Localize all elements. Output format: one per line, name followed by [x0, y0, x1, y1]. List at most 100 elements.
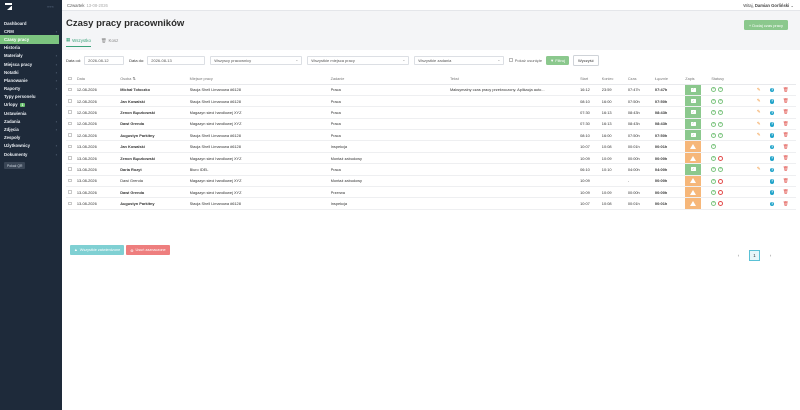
edit-pencil-icon[interactable]: ✎ — [757, 166, 761, 171]
table-row[interactable]: 13-08-2026 Daria Rozyt Biuro IDEL Praca 06:1… — [66, 163, 796, 176]
row-checkbox[interactable] — [68, 156, 72, 160]
row-checkbox[interactable] — [68, 201, 72, 206]
table-row[interactable]: 13-08-2026 Augustyn Parkitny Stacja Shell … — [66, 197, 796, 210]
warning-status[interactable] — [685, 187, 702, 197]
help-icon[interactable]: ? — [769, 167, 775, 173]
delete-selected-button[interactable]: ⊗ Usuń zaznaczone — [126, 245, 170, 255]
table-row[interactable]: 12-08-2026 Zenon Bączkowski Magazyn sieci … — [66, 106, 796, 119]
row-checkbox[interactable] — [68, 167, 72, 171]
tab-all[interactable]: ▦ Wszystko — [66, 37, 91, 47]
next-page-button[interactable]: › — [765, 250, 776, 261]
saved-status[interactable]: ✓ — [685, 107, 702, 118]
tasks-select[interactable]: Wszystkie zadania ⌄ — [414, 55, 505, 65]
saved-status[interactable]: ✓ — [685, 164, 702, 175]
help-icon[interactable]: ? — [769, 156, 775, 161]
help-icon[interactable]: ? — [769, 122, 775, 127]
row-checkbox[interactable] — [68, 190, 72, 194]
help-icon[interactable]: ? — [769, 201, 775, 207]
row-checkbox[interactable] — [68, 121, 72, 126]
collapse-sidebar-icon[interactable]: ««« — [47, 4, 54, 9]
sidebar-item-6[interactable]: Notatki › — [0, 68, 62, 76]
edit-pencil-icon[interactable]: ✎ — [757, 109, 761, 114]
add-work-time-button[interactable]: + Dodaj czas pracy — [743, 20, 788, 30]
edit-pencil-icon[interactable]: ✎ — [757, 98, 761, 103]
delete-trash-icon[interactable]: 🗑 — [783, 189, 789, 194]
delete-trash-icon[interactable]: 🗑 — [783, 98, 789, 103]
tab-trash[interactable]: 🗑 Kosz — [101, 37, 118, 47]
table-row[interactable]: 13-08-2026 Zenon Bączkowski Magazyn sieci … — [66, 152, 796, 165]
row-checkbox[interactable] — [68, 87, 72, 92]
delete-trash-icon[interactable]: 🗑 — [783, 109, 789, 114]
sidebar-item-11[interactable]: Ustawienia — [0, 109, 62, 117]
delete-trash-icon[interactable]: 🗑 — [783, 87, 789, 92]
edit-pencil-icon[interactable]: ✎ — [757, 121, 761, 126]
warning-status[interactable] — [685, 175, 702, 186]
delete-trash-icon[interactable]: 🗑 — [783, 166, 789, 171]
edit-pencil-icon[interactable]: ✎ — [757, 132, 761, 137]
col-date[interactable]: Data — [76, 74, 121, 85]
row-checkbox[interactable] — [68, 133, 72, 137]
approve-all-button[interactable]: ▲ Wszystkie zatwierdzone — [70, 245, 125, 255]
table-row[interactable]: 12-08-2026 Michał Tołoczko Stacja Shell Li… — [66, 84, 796, 96]
sidebar-item-16[interactable]: Dokumenty › — [0, 150, 62, 158]
select-all-checkbox[interactable] — [68, 76, 72, 80]
sidebar-item-13[interactable]: Zdjęcia › — [0, 125, 62, 133]
table-row[interactable]: 12-08-2026 Augustyn Parkitny Stacja Shell … — [66, 129, 796, 142]
row-checkbox[interactable] — [68, 110, 72, 114]
warning-status[interactable] — [685, 141, 702, 152]
sidebar-item-7[interactable]: Planowanie › — [0, 76, 62, 84]
delete-trash-icon[interactable]: 🗑 — [783, 178, 789, 183]
date-from-input[interactable]: 2026-08-12 — [84, 55, 125, 65]
table-row[interactable]: 13-08-2026 Jan Kowalski Stacja Shell Liman… — [66, 140, 796, 153]
edit-pencil-icon[interactable]: ✎ — [757, 87, 761, 92]
sidebar-item-14[interactable]: Zespoły — [0, 134, 62, 142]
page-1-button[interactable]: 1 — [749, 250, 760, 261]
help-icon[interactable]: ? — [769, 87, 775, 93]
saved-status[interactable]: ✓ — [685, 84, 702, 95]
saved-status[interactable]: ✓ — [685, 118, 702, 129]
show-deleted-checkbox[interactable]: Pokaż usunięte — [509, 58, 542, 63]
show-qr-button[interactable]: Pokaż QR — [4, 162, 26, 170]
delete-trash-icon[interactable]: 🗑 — [783, 132, 789, 137]
help-icon[interactable]: ? — [769, 110, 775, 116]
filter-button[interactable]: ▼ Filtruj — [546, 55, 569, 65]
employees-select[interactable]: Wszyscy pracownicy ⌄ — [210, 55, 303, 65]
help-icon[interactable]: ? — [769, 99, 775, 104]
help-icon[interactable]: ? — [769, 133, 775, 139]
delete-trash-icon[interactable]: 🗑 — [783, 155, 789, 160]
col-person[interactable]: Osoba ⇅ — [120, 74, 190, 85]
sidebar-item-15[interactable]: Użytkownicy › — [0, 142, 62, 150]
sidebar-item-2[interactable]: Czasy pracy — [0, 35, 59, 44]
prev-page-button[interactable]: ‹ — [733, 250, 744, 261]
help-icon[interactable]: ? — [769, 190, 775, 195]
warning-status[interactable] — [685, 198, 702, 209]
help-icon[interactable]: ? — [769, 144, 775, 150]
sidebar-item-9[interactable]: Typy personelu — [0, 93, 62, 101]
row-checkbox[interactable] — [68, 178, 72, 183]
row-checkbox[interactable] — [68, 144, 72, 149]
table-row[interactable]: 12-08-2026 Jan Kowalski Stacja Shell Liman… — [66, 95, 796, 108]
sidebar-item-1[interactable]: CRM › — [0, 27, 62, 35]
saved-status[interactable]: ✓ — [685, 130, 702, 140]
delete-trash-icon[interactable]: 🗑 — [783, 144, 789, 149]
sidebar-item-4[interactable]: Materiały › — [0, 52, 62, 60]
sidebar-item-12[interactable]: Zadania › — [0, 117, 62, 125]
table-row[interactable]: 13-08-2026 Dawi Grenda Magazyn sieci handl… — [66, 186, 796, 199]
saved-status[interactable]: ✓ — [685, 95, 702, 106]
user-menu[interactable]: Witaj, Damian Gorliński ⌄ — [743, 3, 794, 8]
sidebar-item-3[interactable]: Historia — [0, 44, 62, 52]
sidebar-item-5[interactable]: Miejsca pracy › — [0, 60, 62, 68]
help-icon[interactable]: ? — [769, 179, 775, 184]
clear-button[interactable]: Wyczyść — [572, 54, 599, 66]
delete-trash-icon[interactable]: 🗑 — [783, 201, 789, 206]
table-row[interactable]: 13-08-2026 Dawi Grenda Magazyn sieci handl… — [66, 175, 796, 188]
table-row[interactable]: 12-08-2026 Dawi Grenda Magazyn sieci handl… — [66, 118, 796, 131]
date-to-input[interactable]: 2026-08-13 — [147, 55, 206, 65]
sidebar-item-10[interactable]: Urlopy 1 › — [0, 101, 62, 109]
row-checkbox[interactable] — [68, 99, 72, 103]
sidebar-item-8[interactable]: Raporty › — [0, 85, 62, 93]
warning-status[interactable] — [685, 152, 702, 163]
places-select[interactable]: Wszystkie miejsca pracy ⌄ — [307, 55, 410, 65]
sidebar-item-0[interactable]: Dashboard — [0, 19, 62, 27]
delete-trash-icon[interactable]: 🗑 — [783, 121, 789, 126]
